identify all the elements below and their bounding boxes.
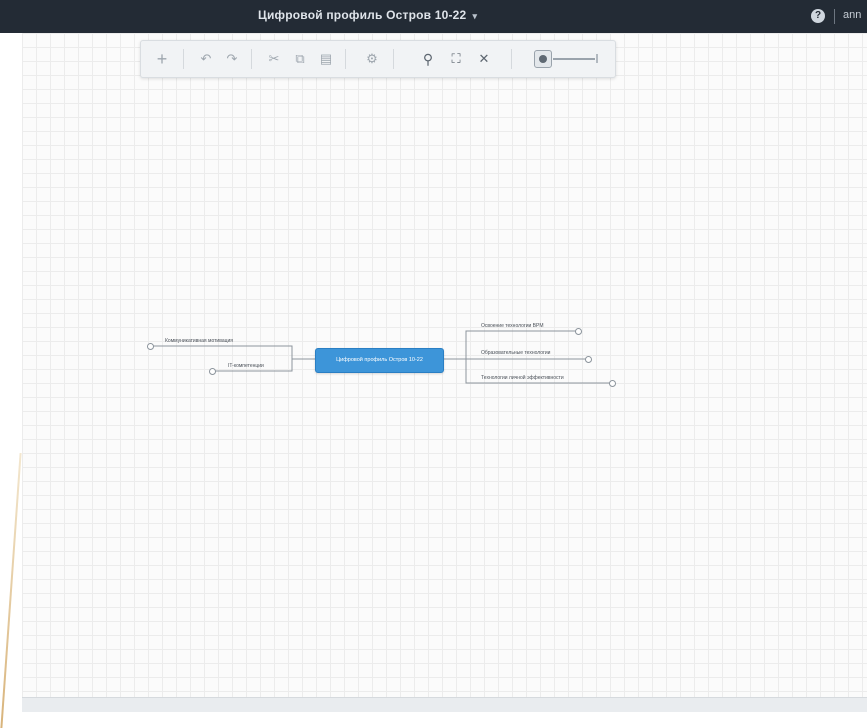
branch-left-2[interactable]: IT-компетенции: [228, 363, 264, 369]
branch-right-1-handle[interactable]: [575, 328, 582, 335]
branch-left-1-handle[interactable]: [147, 343, 154, 350]
branch-right-1[interactable]: Освоение технологии BPM: [481, 323, 544, 329]
branch-right-2[interactable]: Образовательные технологии: [481, 350, 550, 356]
branch-right-3-handle[interactable]: [609, 380, 616, 387]
connector-left-1: [150, 345, 315, 360]
branch-right-2-handle[interactable]: [585, 356, 592, 363]
branch-left-1[interactable]: Коммуникативная мотивация: [165, 338, 233, 344]
branch-left-2-handle[interactable]: [209, 368, 216, 375]
branch-right-3[interactable]: Технологии личной эффективности: [481, 375, 564, 381]
central-topic-node[interactable]: Цифровой профиль Остров 10-22: [315, 348, 444, 373]
